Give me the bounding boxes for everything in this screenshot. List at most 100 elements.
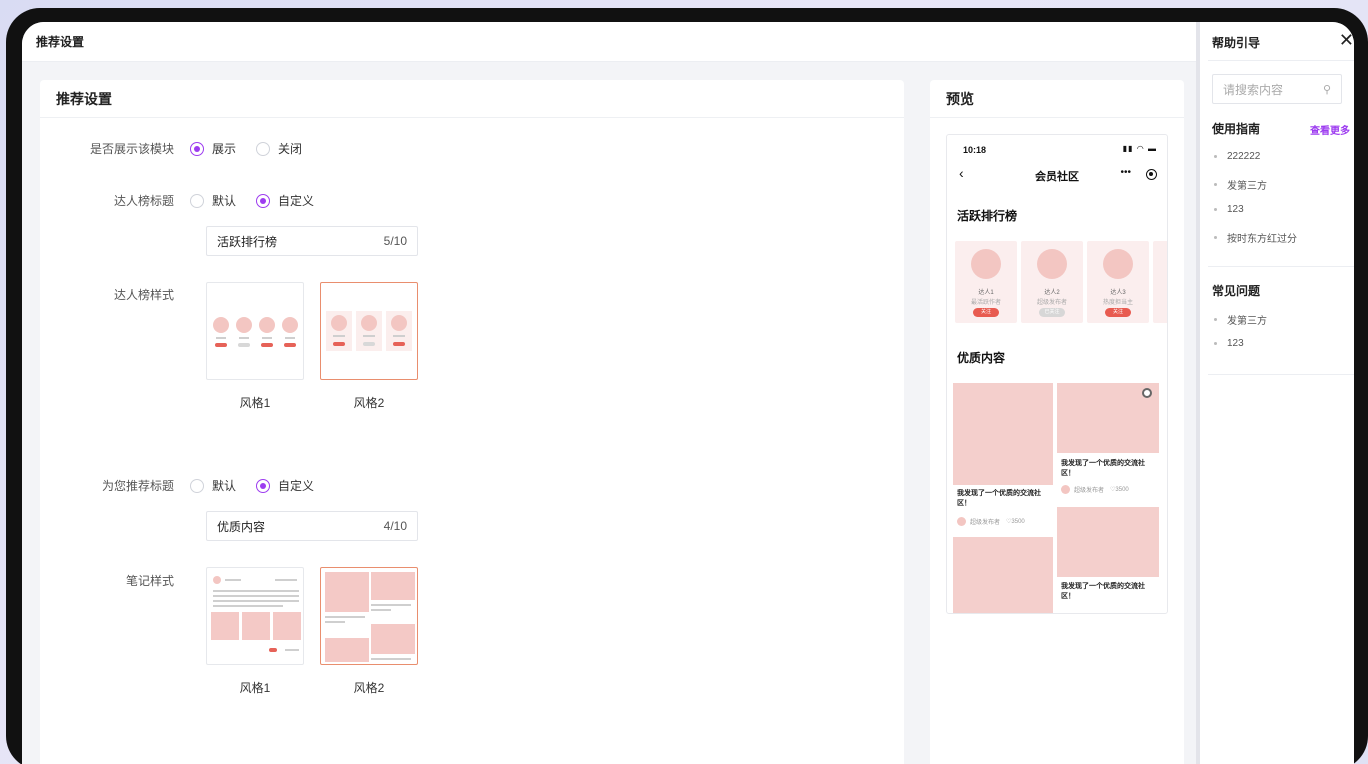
mini-follow-tag [215,343,227,347]
faq-item[interactable]: 123 [1214,338,1244,349]
talent-title-count: 5/10 [383,234,407,248]
recommend-title-count: 4/10 [383,519,407,533]
mini-follow-tag [393,342,405,346]
mini-text [363,335,375,337]
faq-item[interactable]: 发第三方 [1214,312,1267,327]
talent-style-label: 达人榜样式 [113,288,174,302]
radio-show-label: 展示 [212,142,237,156]
mini-avatar [213,576,221,584]
feed-image[interactable] [1057,507,1159,577]
guide-more-link[interactable]: 查看更多 [1310,122,1350,137]
radio-show[interactable]: 展示 [190,140,236,157]
radio-dot [256,141,271,156]
avatar [1061,485,1070,494]
mini-text [262,337,272,339]
radio-recommend-default[interactable]: 默认 [190,477,236,494]
show-module-label: 是否展示该模块 [89,142,174,156]
guide-item[interactable]: 发第三方 [1214,177,1267,192]
close-icon[interactable]: ✕ [1339,30,1354,51]
show-module-row: 是否展示该模块 展示 关闭 [40,140,322,157]
more-icon[interactable]: ••• [1120,167,1131,178]
talent-card[interactable]: 达人1 最活跃作者 关注 [955,241,1017,323]
mini-image [371,624,415,654]
mini-follow-tag [333,342,345,346]
mini-avatar [282,317,298,333]
mini-text [285,649,299,651]
guide-item[interactable]: 123 [1214,204,1244,215]
mini-text [325,616,365,618]
status-icons: ▮▮ ◠ ▬ [1122,144,1157,153]
mini-avatar [331,315,347,331]
talent-style-2-card[interactable] [320,282,418,380]
mini-text [225,579,241,581]
play-icon [1142,388,1152,398]
top-bar: 推荐设置 [22,22,1196,62]
talent-card[interactable]: 达人2 超级发布者 已关注 [1021,241,1083,323]
talent-desc: 最活跃作者 [970,300,1001,306]
help-search-input[interactable]: 请搜索内容 ⚲ [1212,74,1342,104]
talent-style-row: 达人榜样式 [40,286,190,303]
talent-section-title: 活跃排行榜 [957,209,1018,223]
settings-card: 推荐设置 是否展示该模块 展示 关闭 达人榜标题 默认 自定义 活跃排行榜 5/… [40,80,904,764]
talent-card[interactable]: 达人3 热度担当主 关注 [1087,241,1149,323]
follow-button[interactable]: 关注 [1105,308,1131,317]
phone-preview: 10:18 ▮▮ ◠ ▬ ‹ 会员社区 ••• 活跃排行榜 达人1 最活跃作者 … [946,134,1168,614]
radio-talent-default[interactable]: 默认 [190,192,236,209]
avatar [957,517,966,526]
note-style-row: 笔记样式 [40,572,190,589]
talent-style-1-card[interactable] [206,282,304,380]
radio-talent-custom[interactable]: 自定义 [256,192,314,209]
search-placeholder: 请搜索内容 [1223,82,1284,97]
recommend-title-input[interactable]: 优质内容 4/10 [206,511,418,541]
preview-card: 预览 10:18 ▮▮ ◠ ▬ ‹ 会员社区 ••• 活跃排行榜 达人1 最活跃… [930,80,1184,764]
mini-like [269,648,277,652]
feed-text: 我发现了一个优质的交流社区！ [957,490,1041,507]
status-time: 10:18 [963,145,987,155]
note-style-1-card[interactable] [206,567,304,665]
mini-image [371,572,415,600]
follow-button[interactable]: 关注 [973,308,999,317]
mini-text [371,609,391,611]
radio-dot [190,193,204,208]
screen: 推荐设置 推荐设置 是否展示该模块 展示 关闭 达人榜标题 默认 自定义 活跃排… [22,22,1354,764]
note-style-1-label: 风格1 [239,681,271,695]
mini-avatar [236,317,252,333]
radio-dot [256,478,271,493]
feed-image[interactable] [953,537,1053,613]
device-frame: 推荐设置 推荐设置 是否展示该模块 展示 关闭 达人榜标题 默认 自定义 活跃排… [6,8,1368,764]
talent-desc: 超级发布者 [1036,300,1067,306]
feed-text: 我发现了一个优质的交流社区！ [1061,583,1145,600]
avatar [971,249,1001,279]
talent-title-label: 达人榜标题 [113,194,174,208]
search-icon[interactable]: ⚲ [1323,83,1331,96]
feed-image[interactable] [953,383,1053,485]
note-style-2-card[interactable] [320,567,418,665]
talent-style-2-label: 风格2 [353,396,385,410]
mini-avatar [391,315,407,331]
mini-image [325,638,369,662]
talent-title-value: 活跃排行榜 [217,234,278,249]
talent-name: 达人3 [1110,290,1126,296]
mini-text [213,605,283,607]
follow-button[interactable]: 已关注 [1039,308,1065,317]
radio-talent-custom-label: 自定义 [278,194,315,208]
guide-item[interactable]: 按时东方红过分 [1214,230,1297,245]
note-style-2-label: 风格2 [353,681,385,695]
page-title: 推荐设置 [36,35,85,49]
feed-likes: 3500 [1011,518,1025,525]
talent-name: 达人2 [1044,290,1060,296]
mini-text [213,590,299,592]
radio-recommend-custom[interactable]: 自定义 [256,477,314,494]
talent-desc: 热度担当主 [1102,300,1133,306]
feed-text: 我发现了一个优质的交流社区！ [1061,460,1145,477]
radio-dot [190,141,204,156]
divider [1208,60,1354,61]
mini-follow-tag [261,343,273,347]
mini-text [285,337,295,339]
guide-item[interactable]: 222222 [1214,151,1260,162]
talent-title-input[interactable]: 活跃排行榜 5/10 [206,226,418,256]
radio-hide[interactable]: 关闭 [256,140,302,157]
target-icon[interactable] [1146,169,1157,180]
mini-avatar [361,315,377,331]
mini-follow-tag [363,342,375,346]
